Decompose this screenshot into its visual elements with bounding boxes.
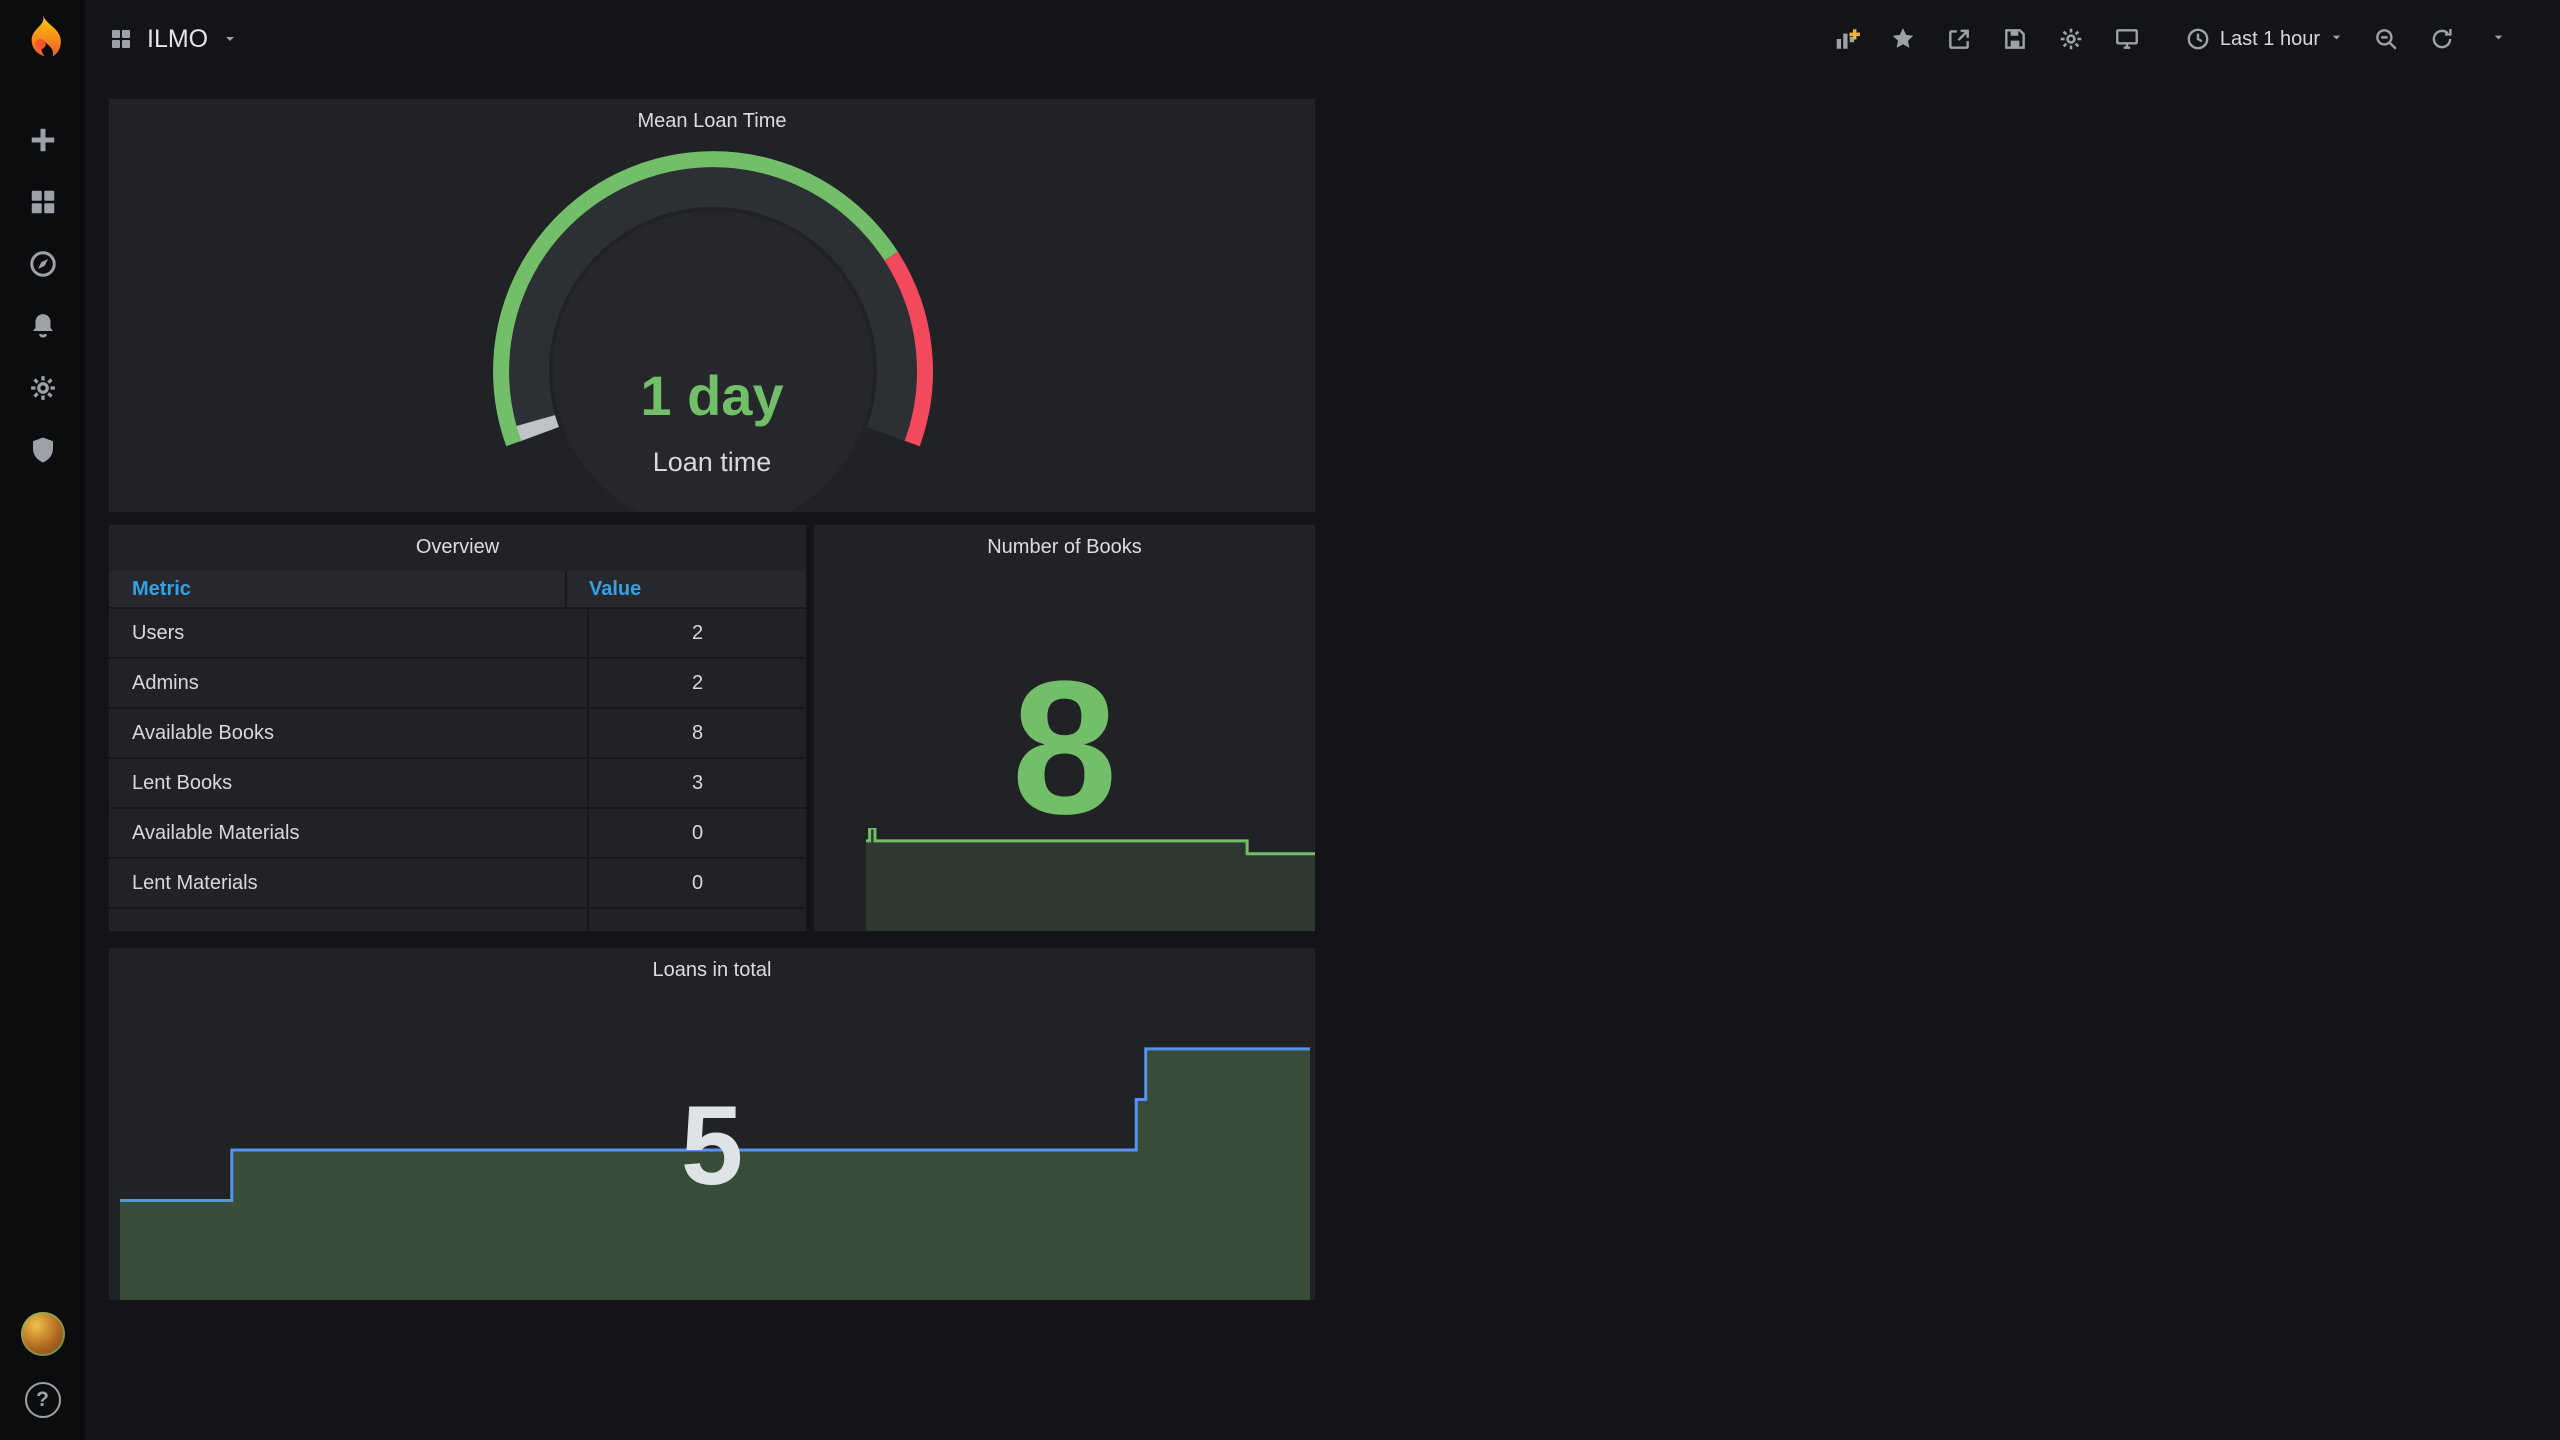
column-header-value[interactable]: Value [567,571,806,607]
dashboard-squares-icon [109,27,133,51]
navbar-left: ILMO [109,25,238,54]
save-icon [2005,29,2025,49]
dashboard-caret-icon[interactable] [222,31,238,47]
panel-title-overview[interactable]: Overview [109,525,806,569]
share-icon [1949,29,1969,49]
sidebar-item-alerting[interactable] [20,304,66,348]
metric-cell: Lent Materials [109,859,589,907]
plus-icon [31,128,54,152]
table-row: Lent Books 3 [109,759,806,809]
sidebar-item-server-admin[interactable] [20,428,66,472]
value-cell: 8 [691,721,704,744]
dashboards-icon [31,190,54,214]
overview-table: Metric Value Users 2 Admins 2 Available … [109,571,806,931]
grafana-flame-icon [31,15,61,57]
sidebar-item-configuration[interactable] [20,366,66,410]
table-row: Users 2 [109,609,806,659]
table-header-row: Metric Value [109,571,806,609]
sidebar-nav [20,118,66,472]
star-icon [1892,28,1914,48]
refresh-icon [2432,29,2452,49]
metric-cell: Admins [109,659,589,707]
gauge-value: 1 day [640,364,784,427]
gear-icon [30,376,55,400]
navbar: ILMO Last 1 hour [85,0,2560,78]
panel-title-number-of-books[interactable]: Number of Books [814,525,1315,569]
add-panel-button[interactable] [1825,17,1869,61]
refresh-button[interactable] [2420,17,2464,61]
bell-icon [32,314,53,338]
panel-title-mean-loan-time[interactable]: Mean Loan Time [109,99,1315,143]
refresh-interval-caret-icon [2491,30,2506,48]
panel-number-of-books: Number of Books 8 [813,524,1316,932]
cycle-view-button[interactable] [2105,17,2149,61]
panel-loans-in-total: Loans in total 5 [108,947,1316,1301]
user-avatar[interactable] [20,1312,65,1356]
table-row: Lent Materials 0 [109,859,806,909]
value-cell: 2 [691,671,704,694]
sidebar-item-explore[interactable] [20,242,66,286]
star-button[interactable] [1881,17,1925,61]
value-cell: 3 [691,771,704,794]
grafana-app: ? ILMO Last 1 hour Mean Loan Time 1 day … [0,0,2560,1440]
clock-icon [2187,28,2209,50]
shield-icon [32,437,53,463]
zoom-out-button[interactable] [2364,17,2408,61]
panel-title-loans-in-total[interactable]: Loans in total [109,948,1315,992]
add-panel-icon [1836,29,1860,49]
time-range-label: Last 1 hour [2219,27,2320,50]
value-cell: 0 [691,821,704,844]
loans-stat-value: 5 [680,1083,744,1208]
metric-cell: Users [109,609,589,657]
help-glyph: ? [36,1388,49,1411]
monitor-icon [2115,29,2138,49]
help-icon[interactable]: ? [24,1382,61,1418]
grafana-logo[interactable] [17,14,69,66]
compass-icon [29,251,56,277]
share-button[interactable] [1937,17,1981,61]
panel-mean-loan-time: Mean Loan Time 1 day Loan time [108,98,1316,513]
column-header-metric[interactable]: Metric [109,571,567,607]
zoom-out-icon [2376,29,2397,50]
panel-overview: Overview Metric Value Users 2 Admins 2 A… [108,524,807,932]
metric-cell: Available Materials [109,809,589,857]
panel-settings-button[interactable] [2049,17,2093,61]
dashboard-title[interactable]: ILMO [147,25,208,54]
refresh-interval-button[interactable] [2476,17,2520,61]
gear-icon [2060,28,2082,50]
table-row: Available Materials 0 [109,809,806,859]
metric-cell: Lent Books [109,759,589,807]
time-range-button[interactable]: Last 1 hour [2177,17,2352,61]
gauge-label: Loan time [652,447,772,477]
sidebar-item-dashboards[interactable] [20,180,66,224]
table-row: Admins 2 [109,659,806,709]
value-cell: 2 [691,621,704,644]
metric-cell: Available Books [109,709,589,757]
value-cell: 0 [691,871,704,894]
table-row-empty [109,909,806,931]
time-range-caret-icon [2329,30,2344,48]
navbar-right: Last 1 hour [1825,17,2520,61]
table-row: Available Books 8 [109,709,806,759]
save-button[interactable] [1993,17,2037,61]
sidebar-bottom: ? [20,1312,65,1418]
books-stat-value: 8 [1011,642,1118,854]
sidebar-item-create[interactable] [20,118,66,162]
sidebar: ? [0,0,85,1440]
